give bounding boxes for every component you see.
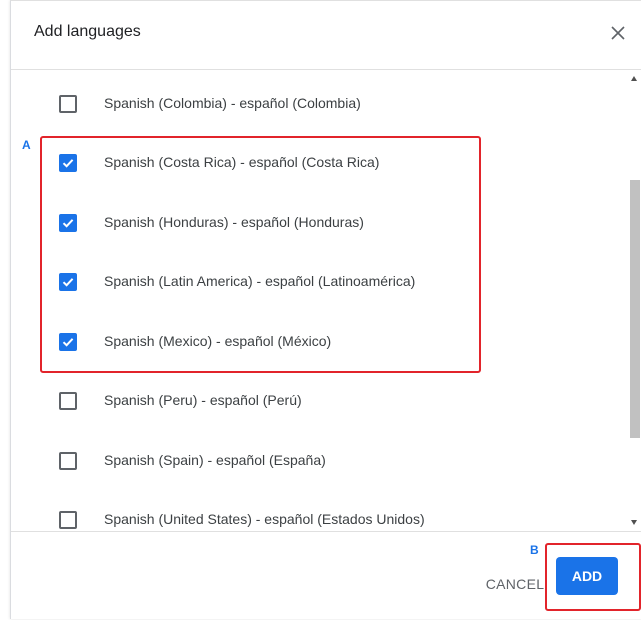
- selection-highlight-box: [40, 136, 481, 373]
- language-label: Spanish (Colombia) - español (Colombia): [104, 95, 361, 111]
- language-row[interactable]: Spanish (Spain) - español (España): [11, 432, 623, 490]
- language-label: Spanish (United States) - español (Estad…: [104, 511, 425, 527]
- language-row[interactable]: Spanish (Peru) - español (Perú): [11, 372, 623, 430]
- annotation-marker-b: B: [530, 543, 539, 557]
- add-button-highlight-box: [545, 543, 641, 611]
- language-checkbox[interactable]: [59, 392, 77, 410]
- language-checkbox[interactable]: [59, 95, 77, 113]
- language-checkbox[interactable]: [59, 511, 77, 529]
- list-scrollbar[interactable]: [628, 70, 641, 531]
- language-label: Spanish (Spain) - español (España): [104, 452, 326, 468]
- dialog-header: Add languages: [11, 1, 641, 70]
- language-row[interactable]: Spanish (Colombia) - español (Colombia): [11, 75, 623, 133]
- scroll-thumb[interactable]: [630, 180, 640, 438]
- close-icon: [611, 26, 625, 40]
- close-button[interactable]: [606, 21, 630, 45]
- scroll-down-arrow-icon[interactable]: [631, 520, 637, 525]
- language-checkbox[interactable]: [59, 452, 77, 470]
- language-label: Spanish (Peru) - español (Perú): [104, 392, 302, 408]
- annotation-marker-a: A: [22, 138, 31, 152]
- scroll-up-arrow-icon[interactable]: [631, 76, 637, 81]
- language-row[interactable]: Spanish (United States) - español (Estad…: [11, 491, 623, 531]
- dialog-title: Add languages: [34, 23, 141, 40]
